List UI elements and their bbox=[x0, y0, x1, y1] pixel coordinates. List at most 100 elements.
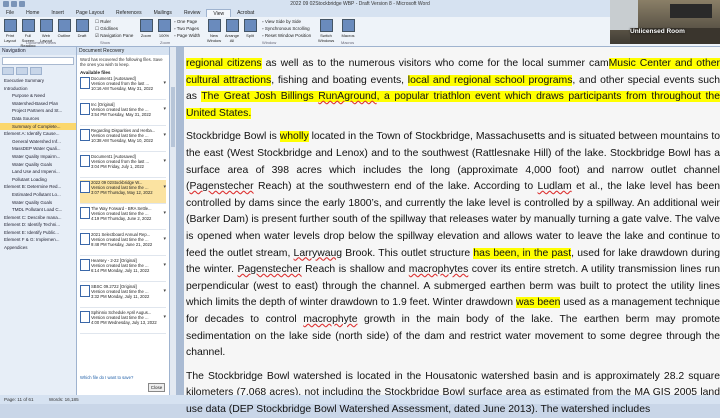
word-count[interactable]: Words: 16,185 bbox=[49, 397, 79, 402]
word-document-icon bbox=[80, 207, 90, 219]
nav-heading-item[interactable]: Data Sources bbox=[0, 115, 76, 123]
nav-heading-item[interactable]: Element B: Determine Red... bbox=[0, 183, 76, 191]
print-layout-icon bbox=[3, 19, 17, 32]
nav-heading-item[interactable]: Purpose & Need bbox=[0, 92, 76, 100]
page-width-button[interactable]: ▫ Page Width bbox=[174, 33, 200, 38]
tab-file[interactable]: File bbox=[0, 9, 20, 17]
dropdown-arrow-icon[interactable]: ▾ bbox=[163, 184, 166, 190]
document-page[interactable]: regional citizens as well as to the nume… bbox=[184, 47, 720, 415]
word-document-icon bbox=[80, 155, 90, 167]
recovery-file-text: Document1 [Autosaved] Version created fro… bbox=[91, 76, 160, 91]
outline-button[interactable]: Outline bbox=[56, 19, 72, 38]
tab-page-layout[interactable]: Page Layout bbox=[70, 9, 110, 17]
paragraph-1: regional citizens as well as to the nume… bbox=[186, 58, 720, 119]
recovery-file-line3: 4:00 PM Wednesday, July 13, 2022 bbox=[91, 320, 157, 325]
recovery-help-link[interactable]: Which file do I want to save? bbox=[80, 375, 133, 380]
print-layout-button[interactable]: Print Layout bbox=[2, 19, 18, 43]
navigation-pane-checkbox[interactable]: ☑ Navigation Pane bbox=[95, 33, 133, 39]
recovery-file-item[interactable]: Document1 [Autosaved] Version created fro… bbox=[80, 76, 166, 100]
reset-window-position-button[interactable]: ▫ Reset Window Position bbox=[262, 33, 311, 38]
new-window-icon bbox=[207, 19, 221, 32]
view-side-by-side-button[interactable]: ▫ View Side by Side bbox=[262, 19, 301, 24]
arrange-all-button[interactable]: Arrange All bbox=[224, 19, 240, 43]
nav-heading-item[interactable]: MassDEP Water Quali... bbox=[0, 145, 76, 153]
recovery-file-item[interactable]: Sphinnix Schedule April Augus... Version … bbox=[80, 310, 166, 334]
nav-heading-item[interactable]: Element C: Describe mana... bbox=[0, 214, 76, 222]
split-button[interactable]: Split bbox=[242, 19, 258, 38]
dropdown-arrow-icon[interactable]: ▾ bbox=[163, 158, 166, 164]
recovery-file-item[interactable]: Inc [Original] Version created last time … bbox=[80, 102, 166, 126]
dropdown-arrow-icon[interactable]: ▾ bbox=[163, 80, 166, 86]
video-overlay: Unlicensed Room bbox=[610, 0, 720, 44]
dropdown-arrow-icon[interactable]: ▾ bbox=[163, 288, 166, 294]
word-document-icon bbox=[80, 259, 90, 271]
nav-heading-item[interactable]: Summary of Complete... bbox=[0, 122, 76, 131]
macros-button[interactable]: Macros bbox=[340, 19, 356, 38]
recovery-file-text: Document1 [Autosaved] Version created fro… bbox=[91, 154, 160, 169]
dropdown-arrow-icon[interactable]: ▾ bbox=[163, 132, 166, 138]
one-page-button[interactable]: ▫ One Page bbox=[174, 19, 197, 24]
recovery-file-item[interactable]: Hearsey - 2-22 [Original] Version created… bbox=[80, 258, 166, 282]
recovery-file-item[interactable]: 2021 Selectboard Annual Rep... Version cr… bbox=[80, 232, 166, 256]
nav-heading-item[interactable]: Watershed-Based Plan bbox=[0, 100, 76, 108]
page-count[interactable]: Page: 11 of 61 bbox=[4, 397, 34, 402]
word-document-icon bbox=[80, 181, 90, 193]
nav-heading-item[interactable]: Element A: Identify Cause... bbox=[0, 130, 76, 138]
arrange-all-icon bbox=[225, 19, 239, 32]
recovery-file-item[interactable]: Regarding Disparities and Herba... Versio… bbox=[80, 128, 166, 152]
headings-tab[interactable] bbox=[2, 67, 14, 75]
recovery-file-text: The Way Forward - BRA Settle... Version c… bbox=[91, 206, 160, 221]
tab-acrobat[interactable]: Acrobat bbox=[231, 9, 260, 17]
gridlines-checkbox[interactable]: ☐ Gridlines bbox=[95, 26, 118, 32]
nav-heading-item[interactable]: Estimated Pollutant Lo... bbox=[0, 191, 76, 199]
pages-tab[interactable] bbox=[16, 67, 28, 75]
two-pages-button[interactable]: ▫ Two Pages bbox=[174, 26, 199, 31]
nav-heading-item[interactable]: Element F & G: Implemen... bbox=[0, 236, 76, 244]
outline-icon bbox=[57, 19, 71, 32]
tab-home[interactable]: Home bbox=[20, 9, 45, 17]
nav-heading-item[interactable]: Executive Summary bbox=[0, 77, 76, 85]
new-window-button[interactable]: New Window bbox=[206, 19, 222, 43]
draft-button[interactable]: Draft bbox=[74, 19, 90, 38]
dropdown-arrow-icon[interactable]: ▾ bbox=[163, 210, 166, 216]
full-screen-icon bbox=[21, 19, 35, 32]
nav-heading-item[interactable]: Appendices bbox=[0, 244, 76, 252]
scrollbar-thumb[interactable] bbox=[171, 87, 175, 147]
recovery-file-item[interactable]: Document1 [Autosaved] Version created fro… bbox=[80, 154, 166, 178]
recovery-file-item[interactable]: 2022 09 02Stockbridge W... Version create… bbox=[80, 180, 166, 204]
recovery-file-line3: 10:38 AM Tuesday, May 10, 2022 bbox=[91, 138, 154, 143]
synchronous-scrolling-button[interactable]: ▫ Synchronous Scrolling bbox=[262, 26, 310, 31]
nav-heading-item[interactable]: Water Quality Goals bbox=[0, 199, 76, 207]
navigation-search-input[interactable] bbox=[2, 57, 74, 65]
dropdown-arrow-icon[interactable]: ▾ bbox=[163, 262, 166, 268]
ruler-checkbox[interactable]: ☐ Ruler bbox=[95, 19, 111, 25]
nav-heading-item[interactable]: Element D: Identify Techni... bbox=[0, 221, 76, 229]
nav-heading-item[interactable]: Pollutant Loading bbox=[0, 176, 76, 184]
nav-heading-item[interactable]: Land Use and Impervi... bbox=[0, 168, 76, 176]
recovery-file-line3: 3:32 PM Monday, July 11, 2022 bbox=[91, 294, 150, 299]
switch-windows-button[interactable]: Switch Windows bbox=[318, 19, 334, 43]
recovery-file-item[interactable]: SBSC 09.2722 [Original] Version created l… bbox=[80, 284, 166, 308]
tab-insert[interactable]: Insert bbox=[45, 9, 70, 17]
nav-heading-item[interactable]: Introduction bbox=[0, 85, 76, 93]
nav-heading-item[interactable]: Element E: Identify Public... bbox=[0, 229, 76, 237]
word-document-icon bbox=[80, 311, 90, 323]
zoom-100-button[interactable]: 100% bbox=[156, 19, 172, 38]
tab-references[interactable]: References bbox=[110, 9, 148, 17]
dropdown-arrow-icon[interactable]: ▾ bbox=[163, 106, 166, 112]
nav-heading-item[interactable]: Project Partners and St... bbox=[0, 107, 76, 115]
macros-icon bbox=[341, 19, 355, 32]
nav-heading-item[interactable]: Water Quality Goals bbox=[0, 161, 76, 169]
nav-heading-item[interactable]: General Watershed Inf... bbox=[0, 138, 76, 146]
dropdown-arrow-icon[interactable]: ▾ bbox=[163, 314, 166, 320]
tab-view[interactable]: View bbox=[206, 9, 232, 17]
recovery-file-item[interactable]: The Way Forward - BRA Settle... Version c… bbox=[80, 206, 166, 230]
nav-heading-item[interactable]: TMDL Pollutant Load C... bbox=[0, 206, 76, 214]
nav-heading-item[interactable]: Water Quality Impairm... bbox=[0, 153, 76, 161]
zoom-button[interactable]: Zoom bbox=[138, 19, 154, 38]
tab-mailings[interactable]: Mailings bbox=[148, 9, 178, 17]
close-recovery-button[interactable]: Close bbox=[148, 383, 165, 392]
results-tab[interactable] bbox=[30, 67, 42, 75]
dropdown-arrow-icon[interactable]: ▾ bbox=[163, 236, 166, 242]
tab-review[interactable]: Review bbox=[178, 9, 206, 17]
